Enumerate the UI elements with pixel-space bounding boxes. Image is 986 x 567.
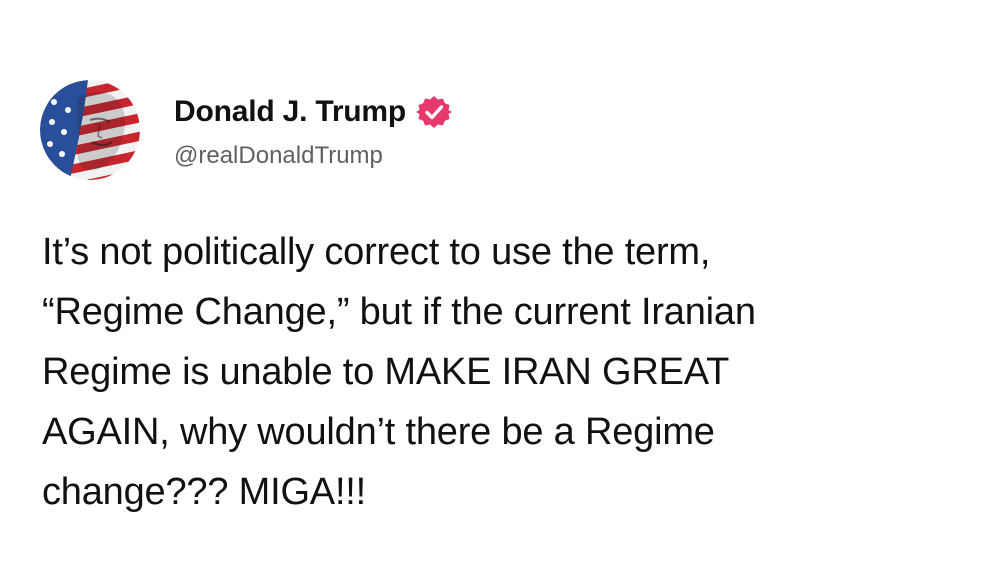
post-text-line: It’s not politically correct to use the … [42, 231, 711, 273]
display-name-row: Donald J. Trump [174, 90, 453, 134]
verified-badge-icon [416, 94, 453, 130]
post-text-line: change??? MIGA!!! [42, 471, 367, 513]
post-text-line: Regime is unable to MAKE IRAN GREAT [42, 351, 730, 393]
post-card: Donald J. Trump @realDonaldTrump It’s no… [0, 0, 986, 567]
post-text-line: AGAIN, why wouldn’t there be a Regime [42, 411, 715, 453]
post-text-line: “Regime Change,” but if the current Iran… [42, 291, 756, 333]
author-display-name[interactable]: Donald J. Trump [174, 95, 406, 129]
post-body-text: It’s not politically correct to use the … [42, 222, 942, 522]
author-avatar[interactable] [40, 80, 140, 180]
post-author-header[interactable]: Donald J. Trump @realDonaldTrump [40, 80, 453, 180]
author-handle[interactable]: @realDonaldTrump [174, 142, 452, 170]
author-names: Donald J. Trump @realDonaldTrump [174, 90, 453, 170]
flag-portrait-avatar-icon [40, 80, 140, 180]
